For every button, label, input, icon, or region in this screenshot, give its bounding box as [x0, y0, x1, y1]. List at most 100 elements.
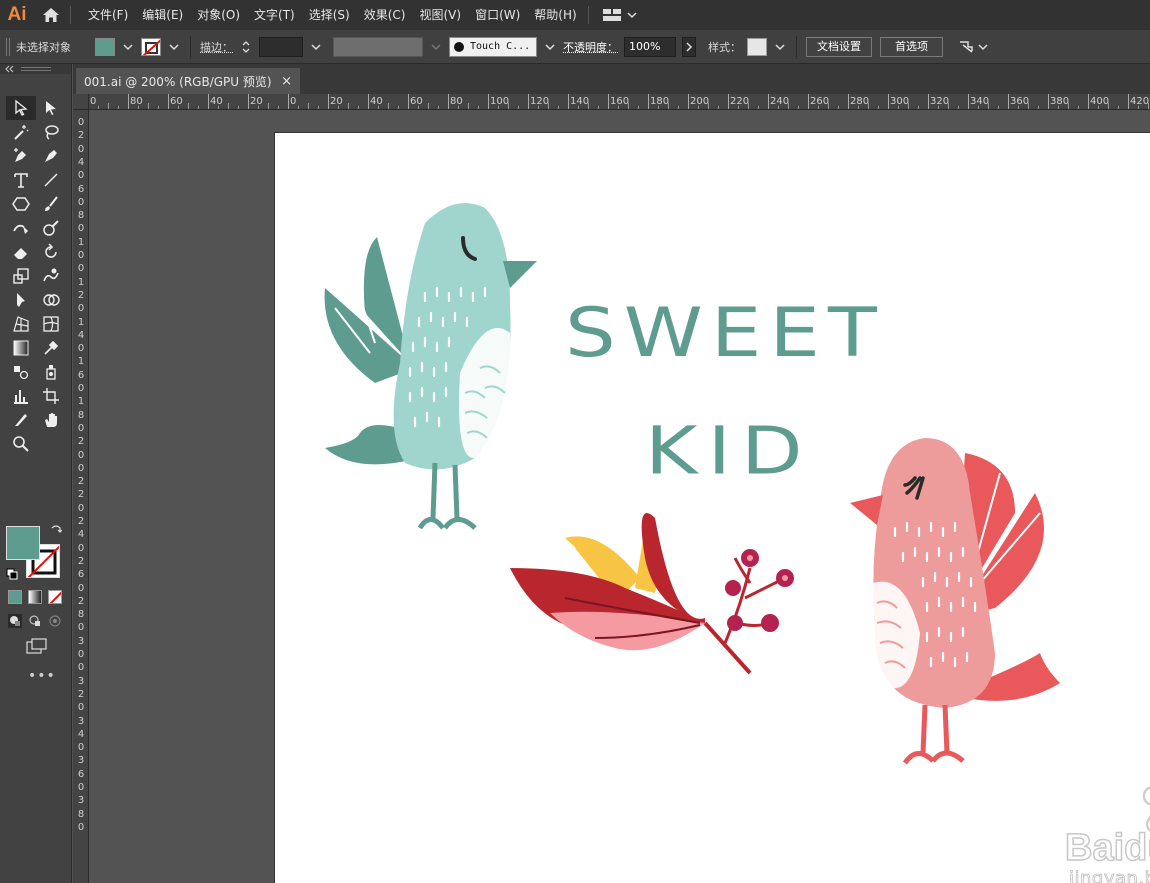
style-dropdown[interactable] — [773, 38, 787, 56]
menu-object[interactable]: 对象(O) — [190, 0, 247, 30]
lasso-tool[interactable] — [36, 120, 66, 144]
scale-tool[interactable] — [6, 264, 36, 288]
type-tool[interactable] — [6, 168, 36, 192]
mesh-tool[interactable] — [36, 312, 66, 336]
leaf-berry-illustration[interactable] — [505, 498, 805, 688]
ruler-tick-label: 0 — [77, 622, 85, 634]
selection-tool[interactable] — [6, 96, 36, 120]
perspective-grid-tool[interactable] — [6, 312, 36, 336]
draw-inside-icon[interactable] — [48, 614, 62, 628]
graphic-style-swatch[interactable] — [747, 37, 767, 56]
graph-tool[interactable] — [6, 384, 36, 408]
fill-color-box[interactable] — [6, 526, 40, 560]
swap-arrow-icon[interactable] — [50, 524, 62, 536]
horizontal-ruler[interactable]: 0 80 60 40 20 0 20 40 60 80 100 120 140 160 180 200 220 2… — [73, 94, 1150, 110]
magic-wand-tool[interactable] — [6, 120, 36, 144]
slice-tool[interactable] — [6, 408, 36, 432]
ruler-tick-label: 0 — [77, 821, 85, 833]
artboard-tool[interactable] — [36, 384, 66, 408]
zoom-tool[interactable] — [6, 432, 36, 456]
puppet-warp-tool[interactable] — [6, 288, 36, 312]
more-tools-icon[interactable]: ••• — [28, 668, 56, 684]
stroke-label: 描边： — [200, 40, 233, 54]
profile-dropdown[interactable] — [429, 38, 443, 56]
line-tool[interactable] — [36, 168, 66, 192]
close-icon[interactable]: × — [281, 74, 292, 89]
brush-definition-field[interactable]: Touch C... — [449, 36, 537, 57]
color-mode-icon[interactable] — [8, 590, 22, 604]
ruler-tick — [448, 94, 449, 109]
opacity-input[interactable]: 100% — [624, 36, 676, 57]
canvas[interactable]: SWEET KID Baid jingyan. — [90, 111, 1150, 883]
stroke-color-swatch[interactable] — [141, 37, 161, 56]
workspace-switcher[interactable] — [602, 0, 637, 30]
preferences-button[interactable]: 首选项 — [880, 36, 943, 57]
eraser-tool[interactable] — [6, 240, 36, 264]
tools-panel-header[interactable] — [0, 64, 71, 74]
default-colors-icon[interactable] — [6, 568, 18, 580]
pink-bird-illustration[interactable] — [845, 433, 1075, 773]
artboard[interactable]: SWEET KID Baid jingyan. — [275, 133, 1150, 883]
ruler-minor-tick — [388, 103, 389, 109]
eyedropper-tool[interactable] — [36, 336, 66, 360]
blend-tool[interactable] — [6, 360, 36, 384]
stroke-dropdown[interactable] — [167, 38, 181, 56]
menu-type[interactable]: 文字(T) — [247, 0, 302, 30]
brush-name: Touch C... — [470, 41, 531, 52]
opacity-slider-toggle[interactable] — [682, 36, 696, 57]
menu-file[interactable]: 文件(F) — [81, 0, 135, 30]
arrange-documents-button[interactable] — [957, 39, 988, 55]
rotate-tool[interactable] — [36, 240, 66, 264]
fill-dropdown[interactable] — [121, 38, 135, 56]
symbol-sprayer-tool[interactable] — [36, 360, 66, 384]
menu-view[interactable]: 视图(V) — [412, 0, 468, 30]
menu-window[interactable]: 窗口(W) — [468, 0, 527, 30]
stroke-weight-dropdown[interactable] — [309, 38, 323, 56]
menu-effect[interactable]: 效果(C) — [357, 0, 413, 30]
kid-text[interactable]: KID — [645, 413, 813, 489]
warp-tool[interactable] — [36, 264, 66, 288]
document-setup-button[interactable]: 文档设置 — [806, 36, 872, 57]
opacity-label[interactable]: 不透明度： — [563, 39, 618, 55]
stroke-weight-input[interactable] — [259, 36, 303, 57]
direct-selection-tool[interactable] — [36, 96, 66, 120]
collapse-double-chevron-icon[interactable] — [4, 65, 14, 73]
draw-normal-icon[interactable] — [8, 614, 22, 628]
ruler-tick-label: 0 — [77, 196, 85, 208]
screen-mode-button[interactable] — [26, 638, 48, 657]
gradient-mode-icon[interactable] — [28, 590, 42, 604]
ruler-tick-label: 0 — [290, 96, 297, 107]
shape-builder-tool[interactable] — [36, 288, 66, 312]
stroke-weight-stepper[interactable] — [239, 37, 253, 57]
gradient-tool[interactable] — [6, 336, 36, 360]
shaper-tool[interactable] — [6, 216, 36, 240]
shape-tool[interactable] — [6, 192, 36, 216]
menu-select[interactable]: 选择(S) — [302, 0, 357, 30]
ruler-corner[interactable] — [73, 94, 89, 110]
none-mode-icon[interactable] — [48, 590, 62, 604]
ruler-tick-label: 0 — [77, 742, 85, 754]
menu-edit[interactable]: 编辑(E) — [135, 0, 190, 30]
ruler-minor-tick — [118, 106, 119, 109]
hand-tool[interactable] — [36, 408, 66, 432]
watermark-url: jingyan.baidu.com — [1069, 868, 1150, 883]
ruler-tick-label: 40 — [210, 96, 223, 107]
ruler-minor-tick — [518, 106, 519, 109]
sweet-text[interactable]: SWEET — [565, 293, 885, 372]
ruler-tick-label: 220 — [730, 96, 750, 107]
teal-bird-illustration[interactable] — [315, 193, 545, 543]
menu-help[interactable]: 帮助(H) — [527, 0, 583, 30]
home-icon[interactable] — [34, 0, 68, 30]
paintbrush-tool[interactable] — [36, 192, 66, 216]
variable-width-profile[interactable] — [333, 36, 423, 57]
fill-color-swatch[interactable] — [95, 37, 115, 56]
ruler-minor-tick — [588, 103, 589, 109]
pen-tool[interactable] — [6, 144, 36, 168]
ruler-tick-label: 0 — [77, 343, 85, 355]
vertical-ruler[interactable]: 0204060801001201401601802002202402602803… — [73, 110, 89, 883]
blob-brush-tool[interactable] — [36, 216, 66, 240]
curvature-tool[interactable] — [36, 144, 66, 168]
document-tab[interactable]: 001.ai @ 200% (RGB/GPU 预览) × — [76, 68, 300, 94]
draw-behind-icon[interactable] — [28, 614, 42, 628]
brush-dropdown[interactable] — [543, 38, 557, 56]
